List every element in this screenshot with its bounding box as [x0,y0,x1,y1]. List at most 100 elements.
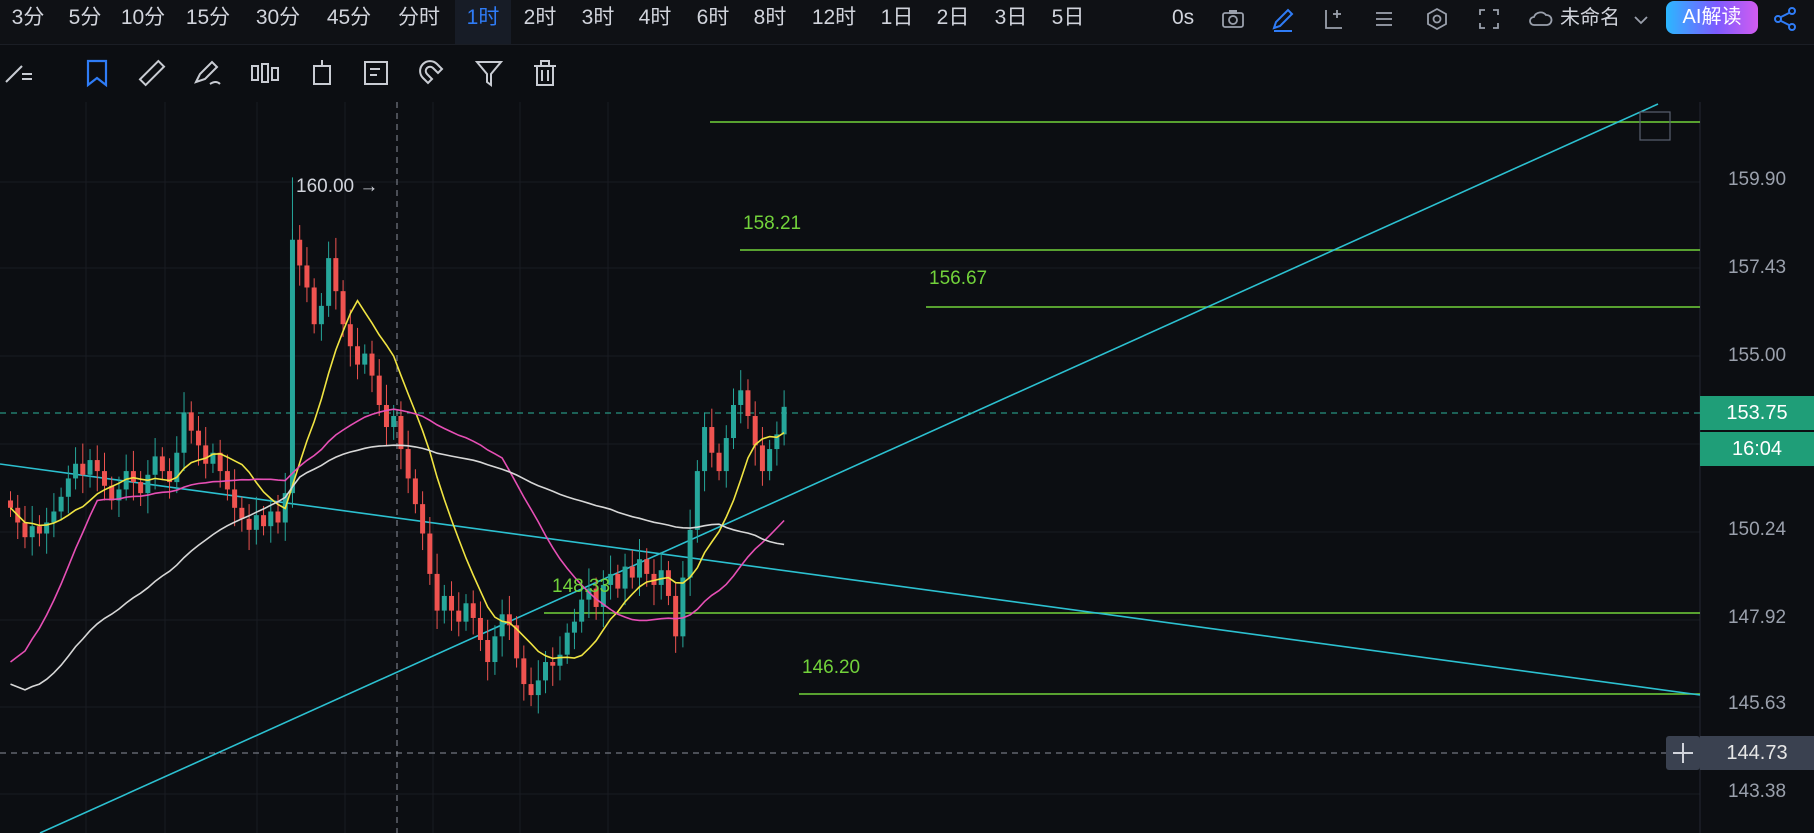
settings-hex-icon[interactable] [1422,4,1452,34]
candle-body [246,518,252,530]
candle-body [521,658,527,685]
bar-countdown-tag: 16:04 [1700,432,1814,466]
timeframe-tab-13[interactable]: 12时 [800,0,868,44]
candle-body [550,662,556,666]
high-price-label: 160.00 → [296,176,379,197]
price-axis-label: 143.38 [1727,781,1787,802]
timeframe-tab-15[interactable]: 2日 [925,0,981,44]
candle-body [232,489,238,508]
crosshair-price-tag: 144.73 [1700,736,1814,770]
price-chart[interactable] [0,102,1814,833]
candle-body [145,474,151,494]
price-axis-label: 147.92 [1727,607,1787,628]
bookmark-icon[interactable] [80,56,114,90]
magnet-icon[interactable] [415,56,449,90]
timeframe-tab-7[interactable]: 1时 [455,0,511,44]
candle-body [347,324,353,347]
candle-body [94,460,100,472]
timeframe-tab-14[interactable]: 1日 [871,0,923,44]
candle-body [217,452,223,472]
candle-body [398,416,404,450]
brush-icon[interactable] [190,56,224,90]
filter-icon[interactable] [472,56,506,90]
candle-body [564,632,570,655]
timeframe-tab-1[interactable]: 5分 [58,0,112,44]
candle-body [405,449,411,479]
candle-body [181,412,187,453]
candle-body [275,511,281,523]
camera-icon[interactable] [1218,4,1248,34]
candle-body [535,680,541,696]
candle-body [58,496,64,512]
candle-body [383,404,389,428]
candle-body [499,614,505,637]
timeframe-tab-8[interactable]: 2时 [512,0,568,44]
candle-body [130,471,136,483]
line-tools-icon[interactable] [2,56,36,90]
ruler-icon[interactable] [135,56,169,90]
timeframe-tab-0[interactable]: 3分 [0,0,56,44]
candles-icon[interactable] [248,56,282,90]
ai-analysis-button[interactable]: AI解读 [1666,1,1758,34]
candle-body [326,258,332,306]
candle-body [195,430,201,446]
candle-body [412,478,418,505]
candle-body [658,570,664,585]
candle-body [138,482,144,494]
price-axis-label: 155.00 [1727,345,1787,366]
candle-body [22,522,28,538]
candle-body [673,595,679,637]
candle-body [680,577,686,637]
note-icon[interactable] [360,56,394,90]
share-icon[interactable] [1770,4,1800,34]
candle-body [261,515,267,527]
candle-body [622,566,628,589]
candle-body [188,412,194,431]
timeframe-tab-5[interactable]: 45分 [315,0,383,44]
candle-body [767,449,773,472]
timeframe-tab-3[interactable]: 15分 [175,0,241,44]
candle-body [738,390,744,405]
candle-body [752,416,758,446]
candle-body [644,559,650,574]
crosshair-add-icon[interactable] [1666,736,1700,770]
pencil-icon[interactable] [1268,4,1298,34]
box-icon[interactable] [305,56,339,90]
timeframe-tab-4[interactable]: 30分 [244,0,312,44]
timeframe-tab-12[interactable]: 8时 [742,0,798,44]
candle-body [571,621,577,633]
candle-body [434,573,440,611]
list-icon[interactable] [1368,4,1398,34]
candle-body [781,406,787,435]
timeframe-tab-2[interactable]: 10分 [114,0,172,44]
cloud-icon[interactable] [1526,4,1556,34]
add-box-icon[interactable] [1318,4,1348,34]
timeframe-tab-17[interactable]: 5日 [1040,0,1096,44]
candle-body [694,471,700,530]
candle-body [716,452,722,472]
timeframe-tab-11[interactable]: 6时 [685,0,741,44]
candle-body [311,287,317,325]
timeframe-tab-10[interactable]: 4时 [627,0,683,44]
ascending-trend-line [39,103,1659,833]
candle-body [456,610,462,622]
timeframe-tab-16[interactable]: 3日 [983,0,1039,44]
candle-body [702,427,708,472]
trash-icon[interactable] [528,56,562,90]
candle-body [579,599,585,622]
candle-body [355,346,361,365]
price-axis-label: 157.43 [1727,257,1787,278]
level-label-146: 146.20 [802,657,861,678]
candle-body [557,654,563,666]
chevron-down-icon[interactable] [1626,4,1648,34]
candle-body [36,526,42,534]
timeframe-tab-6[interactable]: 分时 [385,0,453,44]
candle-body [203,445,209,464]
candle-body [391,416,397,428]
price-axis-label: 150.24 [1727,519,1787,540]
layout-name[interactable]: 未命名 [1560,0,1620,36]
timeframe-tab-9[interactable]: 3时 [570,0,626,44]
fullscreen-icon[interactable] [1474,4,1504,34]
candle-body [152,456,158,475]
candle-body [629,566,635,578]
